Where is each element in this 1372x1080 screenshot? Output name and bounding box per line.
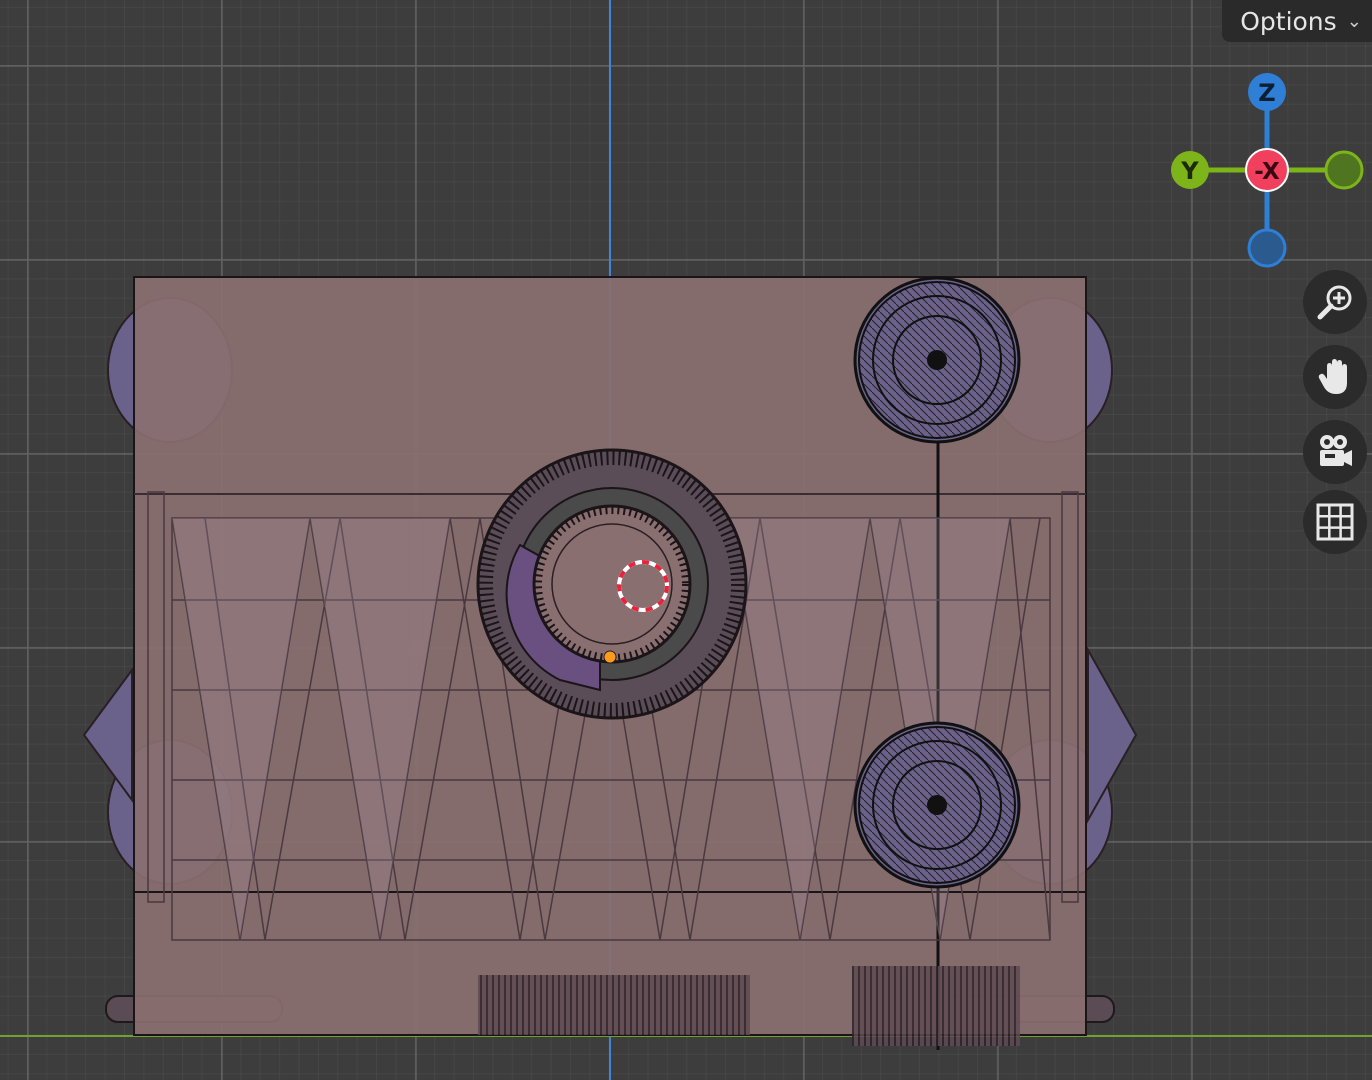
gizmo-y-label: Y <box>1180 157 1199 185</box>
camera-view-button[interactable] <box>1303 420 1367 484</box>
pan-button[interactable] <box>1303 345 1367 409</box>
gizmo-z-axis[interactable]: Z <box>1248 73 1286 111</box>
zoom-button[interactable] <box>1303 270 1367 334</box>
chevron-down-icon: ⌄ <box>1346 10 1362 32</box>
gizmo-neg-x-axis[interactable]: -X <box>1245 148 1289 192</box>
navigation-gizmo[interactable]: Z Y -X <box>1160 66 1372 276</box>
zoom-icon <box>1317 285 1352 320</box>
gizmo-neg-y[interactable] <box>1324 150 1364 190</box>
wheel-bottom-right <box>853 721 1021 889</box>
options-label: Options <box>1240 6 1337 36</box>
options-dropdown[interactable]: Options ⌄ <box>1222 0 1372 42</box>
bottom-ridges <box>478 975 750 1035</box>
center-socket <box>476 448 748 720</box>
wheel-top-right <box>853 276 1021 444</box>
orthographic-toggle-button[interactable] <box>1303 490 1367 554</box>
object-origin <box>603 650 617 664</box>
gizmo-z-label: Z <box>1258 79 1275 107</box>
orthographic-grid-icon <box>1316 503 1354 541</box>
gizmo-neg-z[interactable] <box>1247 228 1287 268</box>
3d-viewport[interactable]: Options ⌄ Z Y -X <box>0 0 1372 1080</box>
gizmo-x-label: -X <box>1254 159 1280 185</box>
camera-view-icon <box>1320 435 1352 466</box>
pan-hand-icon <box>1318 359 1347 394</box>
gizmo-y-axis[interactable]: Y <box>1171 151 1209 189</box>
